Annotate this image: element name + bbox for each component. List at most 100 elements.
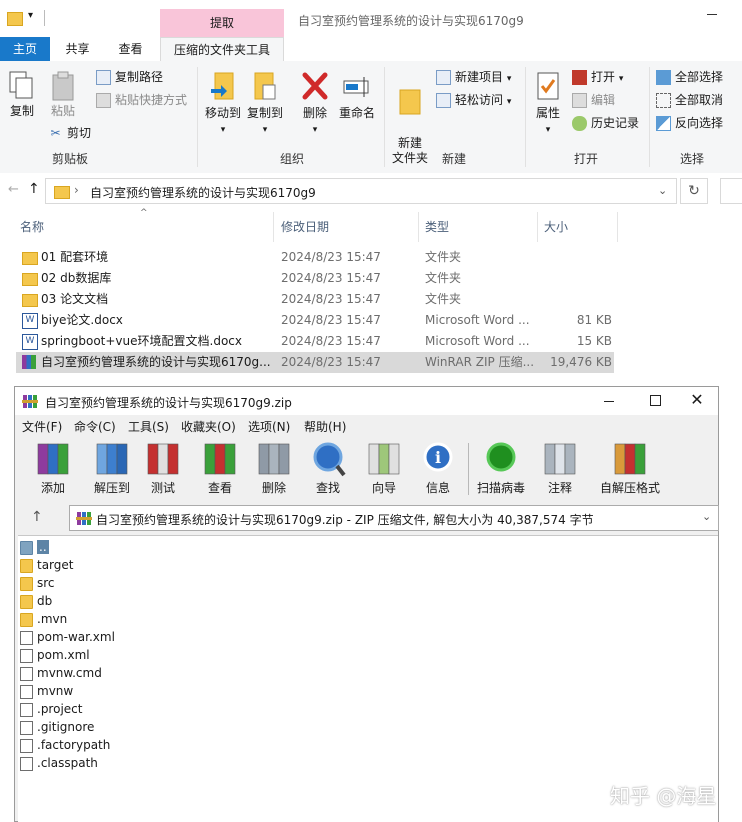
winrar-zip-icon: [22, 355, 36, 369]
rename-button[interactable]: 重命名: [338, 71, 376, 121]
archive-list-item[interactable]: ..: [20, 538, 49, 556]
open-button[interactable]: 打开 ▾: [572, 67, 623, 87]
find-button[interactable]: 查找: [303, 441, 353, 496]
column-type[interactable]: 类型: [419, 212, 538, 242]
context-tab-extract[interactable]: 提取: [160, 9, 284, 37]
back-arrow-icon[interactable]: ←: [8, 182, 19, 197]
invert-selection-button[interactable]: 反向选择: [656, 113, 723, 133]
delete-icon: [302, 72, 328, 100]
add-archive-icon: [37, 443, 69, 475]
tab-home[interactable]: 主页: [0, 37, 50, 61]
view-button[interactable]: 查看: [195, 441, 245, 496]
menu-options[interactable]: 选项(N): [248, 417, 290, 437]
extract-to-button[interactable]: 解压到: [87, 441, 137, 496]
easy-access-button[interactable]: 轻松访问 ▾: [436, 90, 511, 110]
edit-button[interactable]: 编辑: [572, 90, 615, 110]
file-row[interactable]: 自习室预约管理系统的设计与实现6170g... 2024/8/23 15:47 Wi…: [16, 352, 614, 373]
minimize-button[interactable]: [690, 0, 736, 30]
new-item-button[interactable]: 新建项目 ▾: [436, 67, 511, 87]
quick-access-dropdown-icon[interactable]: ▾: [28, 10, 33, 21]
archive-list-item[interactable]: pom.xml: [20, 646, 90, 664]
menu-tools[interactable]: 工具(S): [128, 417, 169, 437]
cut-button[interactable]: ✂ 剪切: [48, 123, 91, 143]
toolbar-label: 查看: [207, 481, 232, 495]
search-box[interactable]: [720, 178, 742, 204]
info-button[interactable]: i 信息: [413, 441, 463, 496]
copy-to-button[interactable]: 复制到 ▾: [245, 71, 285, 138]
copy-path-button[interactable]: 复制路径: [96, 67, 163, 87]
file-name: 01 配套环境: [41, 250, 109, 264]
archive-list-item[interactable]: .classpath: [20, 754, 98, 772]
toolbar-label: 测试: [150, 481, 175, 495]
column-size[interactable]: 大小: [538, 212, 618, 242]
select-all-button[interactable]: 全部选择: [656, 67, 723, 87]
tab-share[interactable]: 共享: [55, 37, 100, 61]
ribbon: 复制 粘贴 复制路径 粘贴快捷方式 ✂ 剪切 剪贴板 移动到 ▾ 复制到 ▾ 删除 ▾ …: [0, 61, 742, 174]
sfx-button[interactable]: 自解压格式: [595, 441, 665, 496]
history-button[interactable]: 历史记录: [572, 113, 639, 133]
file-row[interactable]: 01 配套环境 2024/8/23 15:47 文件夹: [16, 247, 614, 268]
minimize-button[interactable]: [589, 389, 629, 413]
paste-shortcut-button[interactable]: 粘贴快捷方式: [96, 90, 187, 110]
address-dropdown-icon[interactable]: ⌄: [658, 184, 667, 197]
archive-item-name: ..: [37, 540, 49, 554]
magnifier-icon: [313, 442, 346, 477]
archive-item-name: mvnw.cmd: [37, 666, 102, 680]
archive-list-item[interactable]: .mvn: [20, 610, 67, 628]
delete-button[interactable]: 删除: [249, 441, 299, 496]
delete-button[interactable]: 删除 ▾: [297, 71, 333, 138]
test-icon: [147, 443, 179, 475]
menu-commands[interactable]: 命令(C): [74, 417, 116, 437]
up-arrow-icon[interactable]: ↑: [28, 181, 40, 197]
file-date: 2024/8/23 15:47: [281, 355, 381, 369]
column-date-modified[interactable]: 修改日期: [275, 212, 419, 242]
winrar-path-box[interactable]: 自习室预约管理系统的设计与实现6170g9.zip - ZIP 压缩文件, 解包…: [69, 505, 719, 531]
tab-compressed-folder-tools[interactable]: 压缩的文件夹工具: [160, 37, 284, 61]
toolbar-label: 添加: [40, 481, 65, 495]
archive-list-item[interactable]: .project: [20, 700, 82, 718]
address-box[interactable]: › 自习室预约管理系统的设计与实现6170g9 ⌄: [45, 178, 677, 204]
archive-list-item[interactable]: db: [20, 592, 52, 610]
scan-virus-button[interactable]: 扫描病毒: [473, 441, 529, 496]
path-dropdown-icon[interactable]: ⌄: [702, 510, 711, 523]
menu-file[interactable]: 文件(F): [22, 417, 62, 437]
archive-list-item[interactable]: mvnw: [20, 682, 73, 700]
refresh-button[interactable]: ↻: [680, 178, 708, 204]
file-row[interactable]: Wbiye论文.docx 2024/8/23 15:47 Microsoft Wor…: [16, 310, 614, 331]
scissors-icon: ✂: [50, 126, 61, 140]
maximize-button[interactable]: [635, 389, 675, 413]
view-book-icon: [204, 443, 236, 475]
archive-list-item[interactable]: .factorypath: [20, 736, 110, 754]
move-to-button[interactable]: 移动到 ▾: [203, 71, 243, 138]
archive-list-item[interactable]: .gitignore: [20, 718, 94, 736]
parent-folder-icon: [20, 540, 33, 555]
comment-button[interactable]: 注释: [535, 441, 585, 496]
winrar-up-arrow-icon[interactable]: ↑: [31, 509, 43, 525]
file-row[interactable]: Wspringboot+vue环境配置文档.docx 2024/8/23 15:4…: [16, 331, 614, 352]
file-row[interactable]: 02 db数据库 2024/8/23 15:47 文件夹: [16, 268, 614, 289]
copy-button[interactable]: 复制: [6, 71, 38, 119]
archive-list-item[interactable]: src: [20, 574, 55, 592]
column-name[interactable]: 名称: [14, 212, 274, 242]
extract-to-icon: [96, 443, 128, 475]
archive-list-item[interactable]: pom-war.xml: [20, 628, 115, 646]
archive-item-name: mvnw: [37, 684, 74, 698]
paste-button[interactable]: 粘贴: [46, 71, 80, 119]
properties-button[interactable]: 属性 ▾: [530, 71, 566, 138]
svg-text:i: i: [435, 448, 441, 467]
tab-view[interactable]: 查看: [108, 37, 153, 61]
archive-list-item[interactable]: mvnw.cmd: [20, 664, 102, 682]
archive-list-item[interactable]: target: [20, 556, 74, 574]
copy-path-icon: [96, 70, 111, 85]
select-none-button[interactable]: 全部取消: [656, 90, 723, 110]
close-button[interactable]: ✕: [679, 387, 715, 413]
test-button[interactable]: 测试: [138, 441, 188, 496]
add-button[interactable]: 添加: [28, 441, 78, 496]
file-icon: [20, 684, 33, 699]
wizard-button[interactable]: 向导: [359, 441, 409, 496]
file-type: 文件夹: [425, 250, 462, 264]
group-divider: [384, 67, 385, 167]
menu-favorites[interactable]: 收藏夹(O): [181, 417, 236, 437]
menu-help[interactable]: 帮助(H): [304, 417, 346, 437]
file-row[interactable]: 03 论文文档 2024/8/23 15:47 文件夹: [16, 289, 614, 310]
